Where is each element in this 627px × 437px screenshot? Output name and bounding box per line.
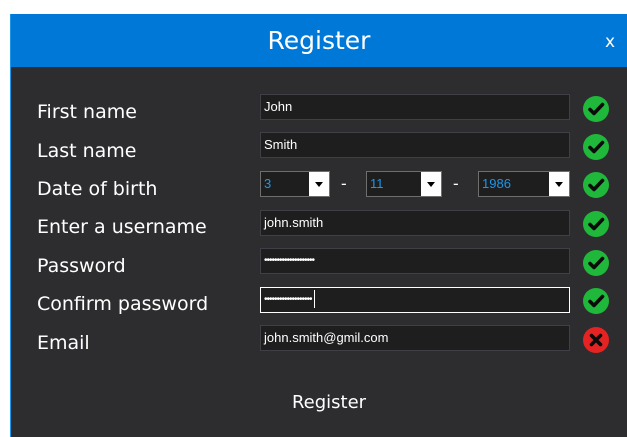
confirm-password-value: •••••••••••••••••••	[264, 294, 313, 305]
date-separator: -	[341, 174, 347, 193]
first-name-label: First name	[37, 101, 137, 123]
year-select[interactable]: 1986	[478, 171, 570, 197]
password-label: Password	[37, 255, 126, 277]
chevron-down-icon[interactable]	[421, 172, 441, 196]
confirm-password-input[interactable]: •••••••••••••••••••	[260, 287, 570, 313]
check-circle-icon	[583, 250, 609, 276]
confirm-password-label: Confirm password	[37, 293, 209, 315]
month-select[interactable]: 11	[366, 171, 442, 197]
title-bar: Register x	[11, 14, 627, 67]
date-of-birth-label: Date of birth	[37, 178, 158, 200]
check-circle-icon	[583, 172, 609, 198]
day-select[interactable]: 3	[260, 171, 330, 197]
date-separator: -	[453, 174, 459, 193]
x-circle-icon	[583, 327, 609, 353]
username-input[interactable]: john.smith	[260, 210, 570, 236]
close-button[interactable]: x	[605, 32, 615, 52]
year-value: 1986	[482, 176, 511, 191]
day-value: 3	[264, 176, 272, 191]
check-circle-icon	[583, 211, 609, 237]
text-caret	[313, 290, 315, 309]
check-circle-icon	[583, 288, 609, 314]
register-window: Register x First name John Last name Smi…	[11, 14, 627, 437]
window-title: Register	[267, 26, 371, 55]
email-input[interactable]: john.smith@gmil.com	[260, 325, 570, 351]
last-name-input[interactable]: Smith	[260, 132, 570, 158]
username-label: Enter a username	[37, 216, 207, 238]
check-circle-icon	[583, 96, 609, 122]
first-name-input[interactable]: John	[260, 94, 570, 120]
email-label: Email	[37, 332, 90, 354]
chevron-down-icon[interactable]	[309, 172, 329, 196]
chevron-down-icon[interactable]	[549, 172, 569, 196]
password-input[interactable]: ••••••••••••••••••••	[260, 248, 570, 274]
check-circle-icon	[583, 134, 609, 160]
last-name-label: Last name	[37, 140, 137, 162]
register-button[interactable]: Register	[269, 391, 389, 415]
month-value: 11	[370, 176, 384, 191]
